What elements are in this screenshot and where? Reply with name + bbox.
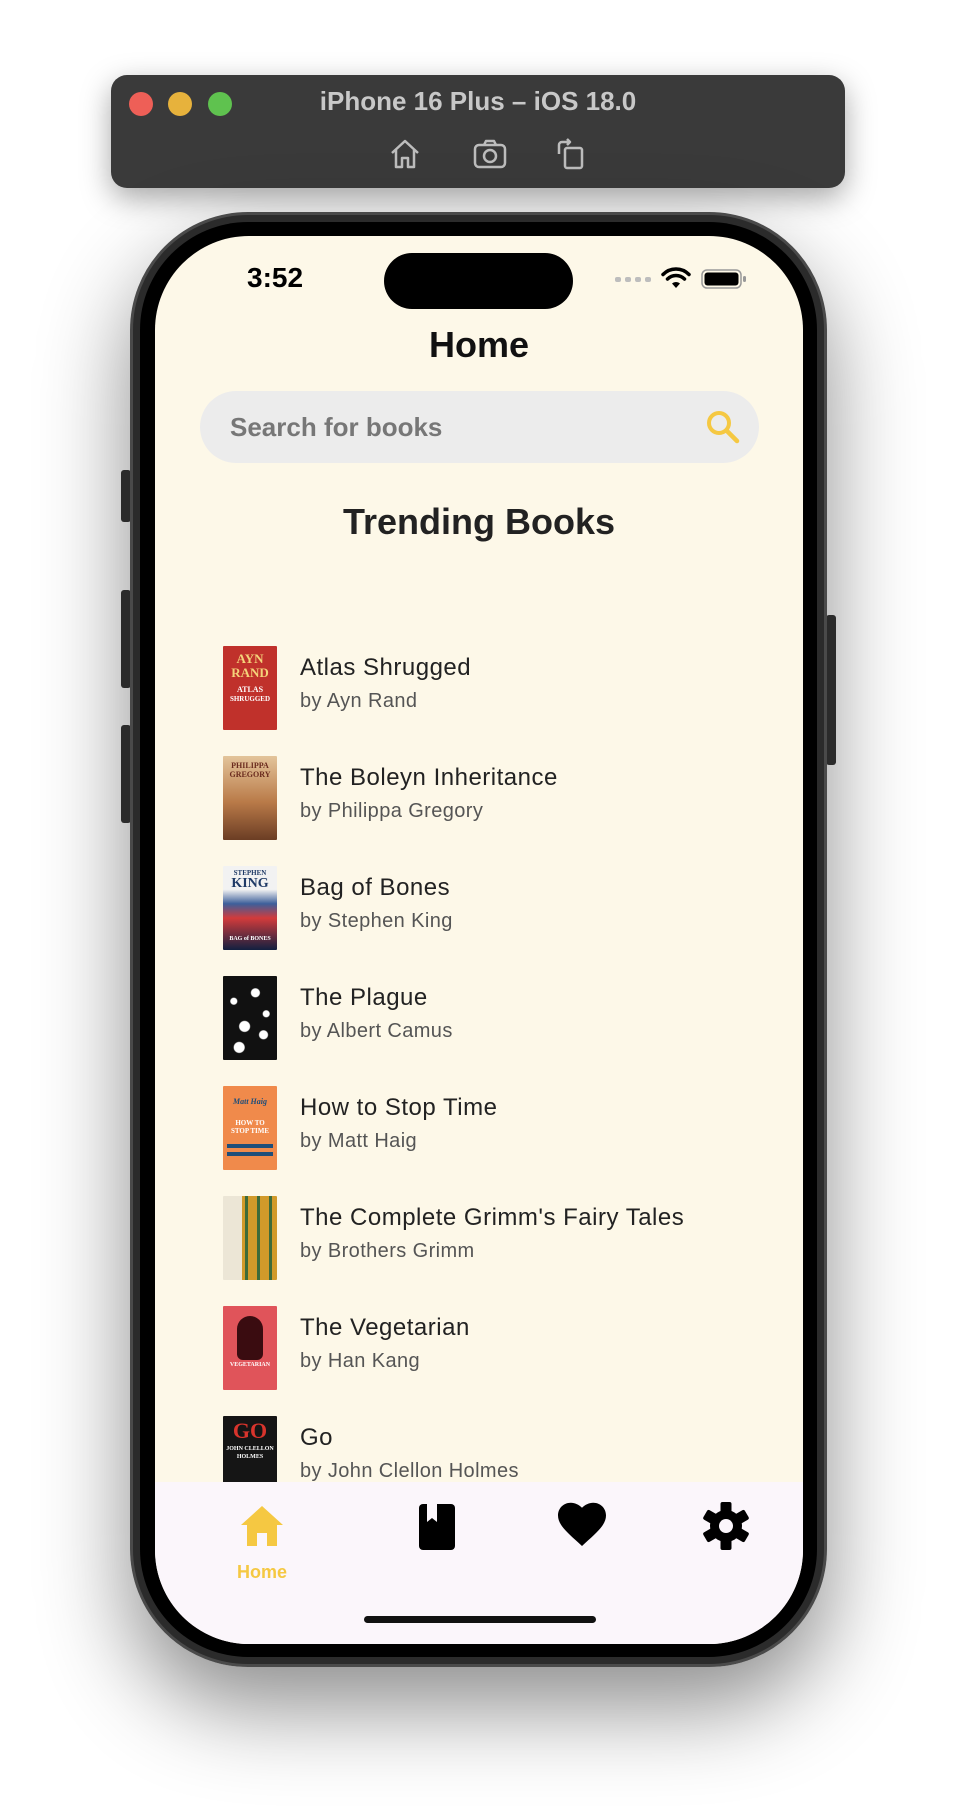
search-bar[interactable] <box>200 391 759 463</box>
cover-decoration <box>237 1316 263 1360</box>
cellular-signal-icon <box>615 276 651 282</box>
book-cover: STEPHEN KING BAG of BONES <box>223 866 277 950</box>
settings-gear-icon <box>703 1502 749 1550</box>
cover-lettering: VEGETARIAN <box>229 1362 271 1368</box>
battery-icon <box>701 269 746 289</box>
list-item[interactable]: GO JOHN CLELLON HOLMES Go by John Clello… <box>223 1412 783 1482</box>
cover-decoration <box>227 1144 273 1148</box>
list-item[interactable]: PHILIPPA GREGORY The Boleyn Inheritance … <box>223 752 783 844</box>
book-author: by Stephen King <box>300 910 453 932</box>
cover-lettering: HOW TO <box>235 1119 265 1127</box>
status-icons <box>615 264 747 294</box>
tab-settings[interactable] <box>676 1482 776 1592</box>
book-cover: AYN RAND ATLAS SHRUGGED <box>223 646 277 730</box>
rotate-icon[interactable] <box>553 136 589 172</box>
book-title: Atlas Shrugged <box>300 654 472 681</box>
list-item[interactable]: AYN RAND ATLAS SHRUGGED Atlas Shrugged b… <box>223 642 783 734</box>
cover-lettering: RAND <box>231 665 269 680</box>
dynamic-island <box>384 253 573 309</box>
book-title: The Vegetarian <box>300 1314 470 1341</box>
cover-decoration <box>269 1196 272 1280</box>
tab-home[interactable]: Home <box>212 1482 312 1592</box>
screenshot-icon[interactable] <box>472 136 508 172</box>
book-author: by Philippa Gregory <box>300 800 484 822</box>
list-item[interactable]: Matt Haig HOW TO STOP TIME How to Stop T… <box>223 1082 783 1174</box>
home-indicator[interactable] <box>364 1616 596 1623</box>
book-cover <box>223 1196 277 1280</box>
cover-lettering: AYN <box>236 651 264 666</box>
cover-lettering: GREGORY <box>229 770 271 779</box>
book-list: AYN RAND ATLAS SHRUGGED Atlas Shrugged b… <box>155 642 803 1482</box>
book-cover <box>223 976 277 1060</box>
book-author: by Ayn Rand <box>300 690 418 712</box>
book-cover: GO JOHN CLELLON HOLMES <box>223 1416 277 1482</box>
home-icon <box>241 1506 283 1546</box>
book-author: by Matt Haig <box>300 1130 418 1152</box>
book-title: The Boleyn Inheritance <box>300 764 558 791</box>
cover-decoration <box>227 1152 273 1156</box>
book-title: Bag of Bones <box>300 874 451 901</box>
cover-lettering: GO <box>232 1418 268 1443</box>
cover-decoration <box>257 1196 260 1280</box>
book-author: by Albert Camus <box>300 1020 453 1042</box>
cover-lettering: HOLMES <box>236 1454 264 1460</box>
section-title: Trending Books <box>342 501 616 542</box>
tab-library[interactable] <box>387 1482 487 1592</box>
tab-label: Home <box>236 1562 287 1582</box>
book-author: by Brothers Grimm <box>300 1240 475 1262</box>
list-item[interactable]: STEPHEN KING BAG of BONES Bag of Bones b… <box>223 862 783 954</box>
wifi-icon <box>661 267 691 288</box>
list-item[interactable]: VEGETARIAN The Vegetarian by Han Kang <box>223 1302 783 1394</box>
book-title: The Plague <box>300 984 428 1011</box>
simulator-title: iPhone 16 Plus – iOS 18.0 <box>319 86 637 116</box>
cover-lettering: PHILIPPA <box>231 761 269 770</box>
cover-lettering: ATLAS <box>236 685 264 694</box>
book-title: The Complete Grimm's Fairy Tales <box>300 1204 685 1231</box>
book-cover: VEGETARIAN <box>223 1306 277 1390</box>
simulator-stage: iPhone 16 Plus – iOS 18.0 3:52 Home Sear… <box>0 0 956 1818</box>
cover-lettering: STOP TIME <box>230 1127 270 1135</box>
cover-lettering: BAG of BONES <box>229 936 271 942</box>
book-author: by Han Kang <box>300 1350 421 1372</box>
cover-lettering: Matt Haig <box>232 1097 267 1106</box>
cover-lettering: KING <box>231 876 269 891</box>
list-item[interactable]: The Complete Grimm's Fairy Tales by Brot… <box>223 1192 783 1284</box>
app-screen: 3:52 Home Trending Books <box>155 236 803 1644</box>
status-time: 3:52 <box>247 262 304 293</box>
book-author: by John Clellon Holmes <box>300 1460 519 1482</box>
list-item[interactable]: The Plague by Albert Camus <box>223 972 783 1064</box>
search-icon[interactable] <box>705 409 741 445</box>
heart-icon <box>558 1502 606 1546</box>
power-button <box>826 615 836 765</box>
tab-favorites[interactable] <box>532 1482 632 1592</box>
page-title: Home <box>428 324 530 365</box>
book-cover: Matt Haig HOW TO STOP TIME <box>223 1086 277 1170</box>
book-title: Go <box>300 1424 334 1451</box>
book-title: How to Stop Time <box>300 1094 498 1121</box>
home-icon[interactable] <box>387 136 423 172</box>
search-input[interactable] <box>230 391 690 463</box>
cover-decoration <box>245 1196 248 1280</box>
book-cover: PHILIPPA GREGORY <box>223 756 277 840</box>
book-icon <box>419 1504 455 1550</box>
cover-lettering: JOHN CLELLON <box>226 1446 274 1452</box>
cover-lettering: SHRUGGED <box>229 695 271 703</box>
